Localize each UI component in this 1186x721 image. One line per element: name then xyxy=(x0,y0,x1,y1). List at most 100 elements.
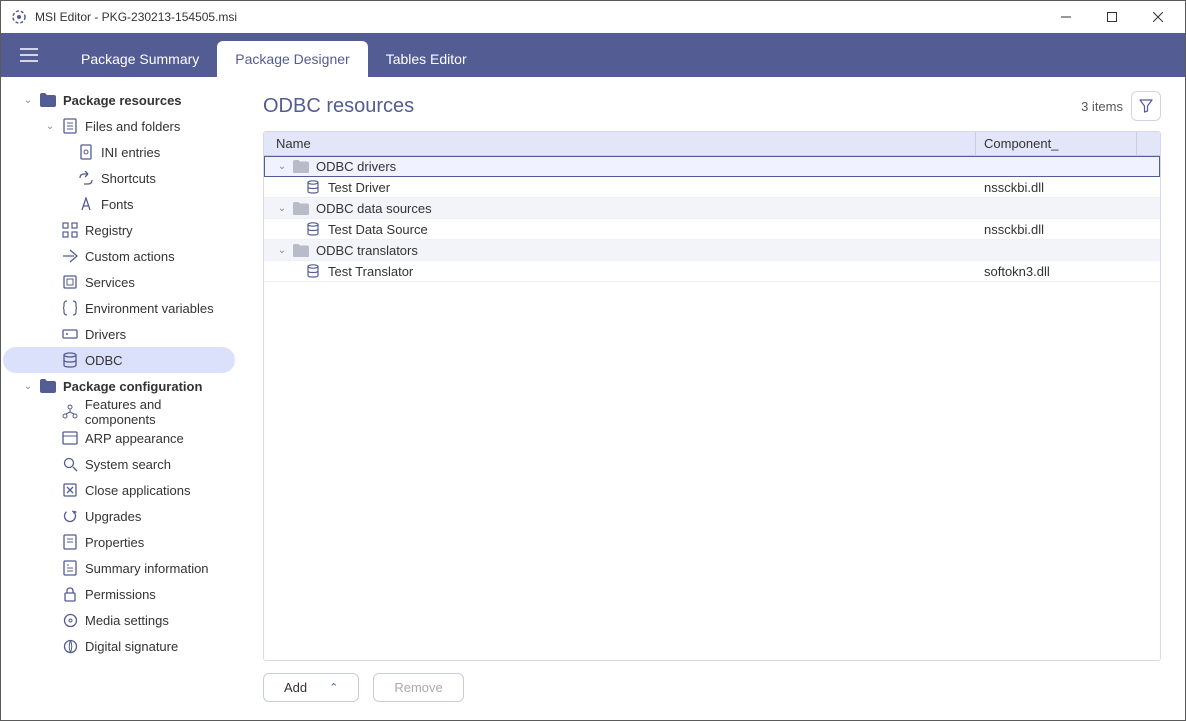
filter-button[interactable] xyxy=(1131,91,1161,121)
column-name[interactable]: Name xyxy=(264,132,976,155)
sidebar-item-label: Custom actions xyxy=(85,249,175,264)
row-component: nssckbi.dll xyxy=(976,180,1160,195)
sidebar-item[interactable]: Permissions xyxy=(3,581,235,607)
group-label: ODBC translators xyxy=(316,243,418,258)
sidebar-item[interactable]: Registry xyxy=(3,217,235,243)
chevron-down-icon: ⌄ xyxy=(274,203,290,214)
column-component[interactable]: Component_ xyxy=(976,132,1136,155)
group-label: ODBC data sources xyxy=(316,201,432,216)
folder-icon xyxy=(292,157,310,175)
sidebar-item-label: Features and components xyxy=(85,397,235,427)
sidebar-item-label: Media settings xyxy=(85,613,169,628)
sidebar-item[interactable]: ⌄ Files and folders xyxy=(3,113,235,139)
close-app-icon xyxy=(61,481,79,499)
sidebar-group-label: Package configuration xyxy=(63,379,202,394)
grid-header: Name Component_ xyxy=(264,132,1160,156)
font-icon xyxy=(77,195,95,213)
drivers-icon xyxy=(61,325,79,343)
sidebar-group-label: Package resources xyxy=(63,93,182,108)
arp-icon xyxy=(61,429,79,447)
sidebar-item-label: Drivers xyxy=(85,327,126,342)
row-name: Test Driver xyxy=(328,180,390,195)
sidebar-item-label: Digital signature xyxy=(85,639,178,654)
grid-row[interactable]: Test Data Sourcenssckbi.dll xyxy=(264,219,1160,240)
close-button[interactable] xyxy=(1135,1,1181,33)
ribbon: Package Summary Package Designer Tables … xyxy=(1,33,1185,77)
sidebar-item[interactable]: Summary information xyxy=(3,555,235,581)
minimize-button[interactable] xyxy=(1043,1,1089,33)
add-button[interactable]: Add ⌃ xyxy=(263,673,359,702)
sidebar-item-label: ODBC xyxy=(85,353,123,368)
remove-button[interactable]: Remove xyxy=(373,673,463,702)
remove-label: Remove xyxy=(394,680,442,695)
chevron-down-icon: ⌄ xyxy=(43,121,57,132)
sidebar-item-label: Close applications xyxy=(85,483,191,498)
sidebar-item[interactable]: Close applications xyxy=(3,477,235,503)
sidebar-item[interactable]: Custom actions xyxy=(3,243,235,269)
grid-body: ⌄ ODBC drivers Test Driver nssckbi.dll ⌄ ODBC… xyxy=(264,156,1160,660)
row-component: softokn3.dll xyxy=(976,264,1160,279)
sidebar-item[interactable]: Upgrades xyxy=(3,503,235,529)
group-label: ODBC drivers xyxy=(316,159,396,174)
grid-group-row[interactable]: ⌄ ODBC drivers xyxy=(264,156,1160,177)
grid-row[interactable]: Test Driver nssckbi.dll xyxy=(264,177,1160,198)
sidebar-item[interactable]: Shortcuts xyxy=(3,165,235,191)
registry-icon xyxy=(61,221,79,239)
sidebar-item[interactable]: Digital signature xyxy=(3,633,235,659)
tab-package-summary[interactable]: Package Summary xyxy=(63,41,217,77)
sidebar-item-label: Files and folders xyxy=(85,119,180,134)
chevron-down-icon: ⌄ xyxy=(21,381,35,392)
sidebar-item[interactable]: Media settings xyxy=(3,607,235,633)
sidebar-item-label: INI entries xyxy=(101,145,160,160)
chevron-up-icon: ⌃ xyxy=(329,681,338,694)
sidebar-item[interactable]: ODBC xyxy=(3,347,235,373)
grid-group-row[interactable]: ⌄ ODBC translators xyxy=(264,240,1160,261)
folder-icon xyxy=(39,377,57,395)
add-label: Add xyxy=(284,680,307,695)
row-name: Test Translator xyxy=(328,264,413,279)
sidebar-item[interactable]: INI entries xyxy=(3,139,235,165)
window-controls xyxy=(1043,1,1181,33)
sidebar-item[interactable]: Features and components xyxy=(3,399,235,425)
sidebar-item-label: Permissions xyxy=(85,587,156,602)
folder-icon xyxy=(292,199,310,217)
sidebar-item[interactable]: ARP appearance xyxy=(3,425,235,451)
sidebar-item-label: System search xyxy=(85,457,171,472)
actions-icon xyxy=(61,247,79,265)
media-icon xyxy=(61,611,79,629)
chevron-down-icon: ⌄ xyxy=(274,161,290,172)
content: ODBC resources 3 items Name Component_ ⌄… xyxy=(239,77,1185,720)
db-icon xyxy=(304,220,322,238)
tab-package-designer[interactable]: Package Designer xyxy=(217,41,367,77)
grid-row[interactable]: Test Translator softokn3.dll xyxy=(264,261,1160,282)
upgrades-icon xyxy=(61,507,79,525)
sidebar-item-label: Summary information xyxy=(85,561,209,576)
sidebar-item[interactable]: Drivers xyxy=(3,321,235,347)
sidebar-item-label: Services xyxy=(85,275,135,290)
item-count: 3 items xyxy=(1081,99,1123,114)
sidebar-item-label: Properties xyxy=(85,535,144,550)
features-icon xyxy=(61,403,79,421)
sidebar-item-label: Fonts xyxy=(101,197,134,212)
permissions-icon xyxy=(61,585,79,603)
sidebar-item[interactable]: Services xyxy=(3,269,235,295)
chevron-down-icon: ⌄ xyxy=(274,245,290,256)
services-icon xyxy=(61,273,79,291)
sidebar-item[interactable]: System search xyxy=(3,451,235,477)
shortcut-icon xyxy=(77,169,95,187)
sidebar-group[interactable]: ⌄ Package configuration xyxy=(3,373,235,399)
menu-button[interactable] xyxy=(15,41,43,69)
env-icon xyxy=(61,299,79,317)
sidebar-item[interactable]: Environment variables xyxy=(3,295,235,321)
sidebar-item[interactable]: Fonts xyxy=(3,191,235,217)
sidebar-item-label: ARP appearance xyxy=(85,431,184,446)
maximize-button[interactable] xyxy=(1089,1,1135,33)
sidebar-item[interactable]: Properties xyxy=(3,529,235,555)
tab-tables-editor[interactable]: Tables Editor xyxy=(368,41,485,77)
odbc-icon xyxy=(61,351,79,369)
grid: Name Component_ ⌄ ODBC drivers Test Driver… xyxy=(263,131,1161,661)
grid-group-row[interactable]: ⌄ ODBC data sources xyxy=(264,198,1160,219)
sidebar-group[interactable]: ⌄Package resources xyxy=(3,87,235,113)
sidebar-item-label: Environment variables xyxy=(85,301,214,316)
titlebar: MSI Editor - PKG-230213-154505.msi xyxy=(1,1,1185,33)
